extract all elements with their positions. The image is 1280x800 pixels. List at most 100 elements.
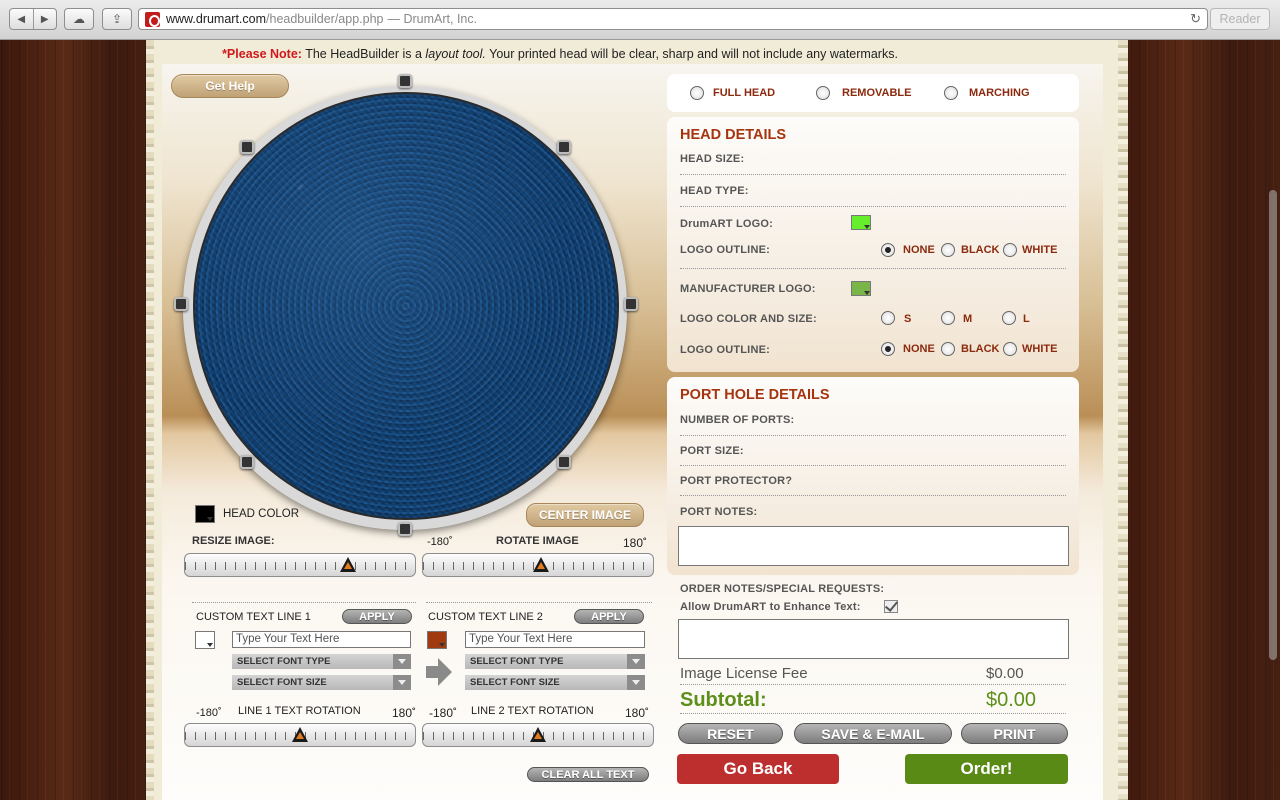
custom-text-2-label: CUSTOM TEXT LINE 2 xyxy=(428,611,543,623)
line-2-rotation-slider[interactable] xyxy=(422,723,654,747)
divider xyxy=(680,435,1066,436)
logo-size-l-radio[interactable] xyxy=(1002,311,1016,325)
rotate-image-slider[interactable] xyxy=(422,553,654,577)
divider xyxy=(680,495,1066,496)
order-notes-label: ORDER NOTES/SPECIAL REQUESTS: xyxy=(680,583,885,595)
head-type-label: HEAD TYPE: xyxy=(680,185,749,197)
drumart-outline-none-radio[interactable] xyxy=(881,243,895,257)
icloud-tabs-icon[interactable]: ☁ xyxy=(64,8,94,30)
outline-white-label: WHITE xyxy=(1022,244,1058,256)
drum-lug-icon xyxy=(624,297,638,311)
page-scrollbar[interactable] xyxy=(1266,40,1280,800)
slider-thumb[interactable] xyxy=(340,557,356,572)
url-host: www.drumart.com xyxy=(166,12,267,26)
head-size-label: HEAD SIZE: xyxy=(680,153,745,165)
logo-size-s-radio[interactable] xyxy=(881,311,895,325)
apply-line-2-button[interactable]: APPLY xyxy=(574,609,644,624)
text-line-2-color-picker[interactable] xyxy=(427,631,447,649)
manufacturer-logo-color-picker[interactable] xyxy=(851,281,871,296)
scrollbar-thumb[interactable] xyxy=(1269,190,1277,660)
mfr-outline-white-radio[interactable] xyxy=(1003,342,1017,356)
port-protector-label: PORT PROTECTOR? xyxy=(680,475,793,487)
reset-button[interactable]: RESET xyxy=(678,723,783,744)
chevron-down-icon xyxy=(632,659,640,664)
full-head-label: FULL HEAD xyxy=(713,87,776,99)
line-2-rotation-max: 180˚ xyxy=(625,706,650,720)
logo-size-m-radio[interactable] xyxy=(941,311,955,325)
port-notes-textarea[interactable] xyxy=(678,526,1069,566)
drumart-outline-white-radio[interactable] xyxy=(1003,243,1017,257)
back-icon[interactable]: ◀ xyxy=(10,9,34,29)
drum-lug-icon xyxy=(398,522,412,536)
rotate-image-label: ROTATE IMAGE xyxy=(496,535,579,547)
print-button[interactable]: PRINT xyxy=(961,723,1068,744)
marching-radio[interactable] xyxy=(944,86,958,100)
outline-none-label: NONE xyxy=(903,343,935,355)
font-size-select-1[interactable]: SELECT FONT SIZE xyxy=(232,675,411,690)
go-back-button[interactable]: Go Back xyxy=(677,754,839,784)
drumart-logo-color-picker[interactable] xyxy=(851,215,871,230)
resize-image-slider[interactable] xyxy=(184,553,416,577)
port-details-title: PORT HOLE DETAILS xyxy=(680,387,830,403)
full-head-radio[interactable] xyxy=(690,86,704,100)
divider xyxy=(680,465,1066,466)
slider-thumb[interactable] xyxy=(530,727,546,742)
head-type-panel: FULL HEAD REMOVABLE MARCHING xyxy=(667,74,1079,112)
line-1-rotation-slider[interactable] xyxy=(184,723,416,747)
port-size-label: PORT SIZE: xyxy=(680,445,744,457)
subtotal-value: $0.00 xyxy=(986,689,1037,711)
head-details-panel: HEAD DETAILS HEAD SIZE: HEAD TYPE: DrumA… xyxy=(667,117,1079,372)
address-bar[interactable]: www.drumart.com /headbuilder/app.php — D… xyxy=(138,8,1208,30)
text-line-1-color-picker[interactable] xyxy=(195,631,215,649)
marching-label: MARCHING xyxy=(969,87,1030,99)
note-emphasis: layout tool. xyxy=(425,47,486,61)
drum-head-preview[interactable] xyxy=(193,92,619,520)
divider xyxy=(680,268,1066,269)
license-fee-label: Image License Fee xyxy=(680,665,808,682)
head-details-title: HEAD DETAILS xyxy=(680,127,787,143)
size-s-label: S xyxy=(904,313,912,325)
drumart-outline-black-radio[interactable] xyxy=(941,243,955,257)
reader-button[interactable]: Reader xyxy=(1210,8,1270,30)
drum-lug-icon xyxy=(240,140,254,154)
line-1-rotation-label: LINE 1 TEXT ROTATION xyxy=(238,705,361,717)
mfr-outline-none-radio[interactable] xyxy=(881,342,895,356)
line-1-rotation-min: -180˚ xyxy=(196,707,222,719)
mfr-outline-black-radio[interactable] xyxy=(941,342,955,356)
share-icon[interactable]: ⇪ xyxy=(102,8,132,30)
text-line-2-input[interactable]: Type Your Text Here xyxy=(465,631,645,648)
font-type-select-1[interactable]: SELECT FONT TYPE xyxy=(232,654,411,669)
apply-line-1-button[interactable]: APPLY xyxy=(342,609,412,624)
order-notes-textarea[interactable] xyxy=(678,619,1069,659)
line-2-rotation-label: LINE 2 TEXT ROTATION xyxy=(471,705,594,717)
font-size-select-2[interactable]: SELECT FONT SIZE xyxy=(465,675,645,690)
divider xyxy=(680,174,1066,175)
order-button[interactable]: Order! xyxy=(905,754,1068,784)
port-details-panel: PORT HOLE DETAILS NUMBER OF PORTS: PORT … xyxy=(667,377,1079,575)
divider xyxy=(192,602,416,603)
outline-none-label: NONE xyxy=(903,244,935,256)
url-page-title: — DrumArt, Inc. xyxy=(387,12,478,26)
removable-radio[interactable] xyxy=(816,86,830,100)
layout-note: *Please Note: The HeadBuilder is a layou… xyxy=(0,47,1120,61)
clear-all-text-button[interactable]: CLEAR ALL TEXT xyxy=(527,767,649,782)
slider-thumb[interactable] xyxy=(292,727,308,742)
text-line-1-input[interactable]: Type Your Text Here xyxy=(232,631,411,648)
manufacturer-logo-label: MANUFACTURER LOGO: xyxy=(680,283,816,295)
forward-icon[interactable]: ▶ xyxy=(34,9,57,29)
enhance-text-checkbox[interactable] xyxy=(884,600,898,613)
reload-icon[interactable]: ↻ xyxy=(1190,11,1201,27)
drum-lug-icon xyxy=(240,455,254,469)
font-type-select-2[interactable]: SELECT FONT TYPE xyxy=(465,654,645,669)
save-email-button[interactable]: SAVE & E-MAIL xyxy=(794,723,952,744)
subtotal-label: Subtotal: xyxy=(680,689,767,711)
wood-background-left xyxy=(0,40,160,800)
line-2-rotation-min: -180˚ xyxy=(429,706,458,720)
slider-thumb[interactable] xyxy=(533,557,549,572)
chevron-down-icon xyxy=(398,680,406,685)
head-color-picker[interactable] xyxy=(195,505,215,523)
nav-buttons: ◀ ▶ xyxy=(9,8,57,30)
outline-white-label: WHITE xyxy=(1022,343,1058,355)
center-image-button[interactable]: CENTER IMAGE xyxy=(526,503,644,527)
font-type-select-2-value: SELECT FONT TYPE xyxy=(470,656,564,667)
